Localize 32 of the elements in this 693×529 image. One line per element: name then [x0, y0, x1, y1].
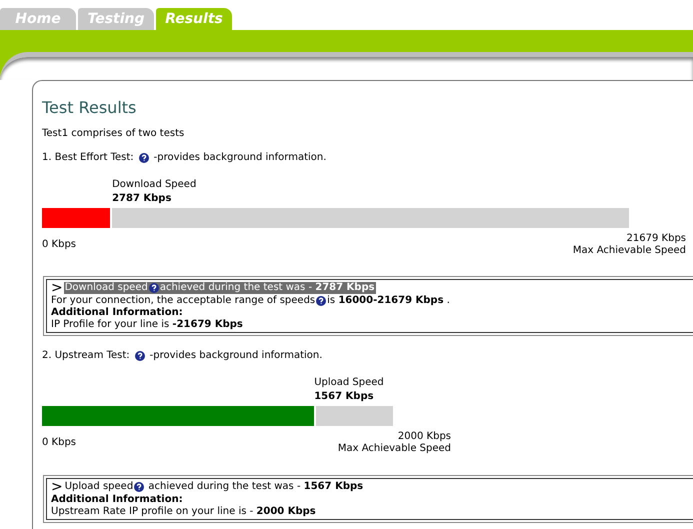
test-note: -provides background information. — [150, 350, 322, 362]
help-icon[interactable] — [148, 283, 159, 293]
speed-label: Upload Speed — [314, 376, 384, 390]
nav-tab[interactable]: Results — [156, 8, 232, 30]
help-icon[interactable] — [316, 296, 326, 306]
page-title: Test Results — [42, 98, 138, 118]
result-text: IP Profile for your line is -21679 Kbps — [51, 319, 243, 331]
result-text: For your connection, the acceptable range of speeds — [51, 295, 316, 307]
test-heading: 1. Best Effort Test: — [42, 152, 134, 164]
help-icon[interactable] — [134, 351, 145, 361]
min-speed: 0 Kbps — [42, 437, 76, 450]
arrow-marker: > — [51, 281, 63, 295]
intro-text: Test1 comprises of two tests — [42, 128, 186, 140]
result-headline: Upload speed achieved during the test was - 1567 Kbps — [64, 481, 364, 493]
speed-value: 2787 Kbps — [112, 192, 172, 206]
max-speed: 2000 Kbps — [396, 431, 451, 443]
arrow-marker: > — [51, 480, 63, 494]
help-icon[interactable] — [138, 153, 149, 163]
test-heading: 2. Upstream Test: — [42, 350, 130, 362]
test-note: -provides background information. — [154, 152, 326, 164]
speed-label: Download Speed — [112, 178, 196, 192]
max-speed: 21679 Kbps — [626, 233, 686, 245]
result-text: Upstream Rate IP profile on your line is - 2000 Kbps — [51, 506, 316, 518]
min-speed: 0 Kbps — [42, 239, 76, 252]
result-text: Additional Information: — [51, 494, 183, 506]
speed-value: 1567 Kbps — [314, 390, 374, 404]
max-speed-label: Max Achievable Speed — [572, 245, 686, 257]
max-speed-label: Max Achievable Speed — [338, 443, 451, 455]
result-text: Additional Information: — [51, 307, 183, 319]
result-text: is 16000-21679 Kbps . — [327, 295, 450, 307]
help-icon[interactable] — [134, 482, 144, 492]
result-headline: Download speed achieved during the test was - 2787 Kbps — [64, 282, 376, 294]
